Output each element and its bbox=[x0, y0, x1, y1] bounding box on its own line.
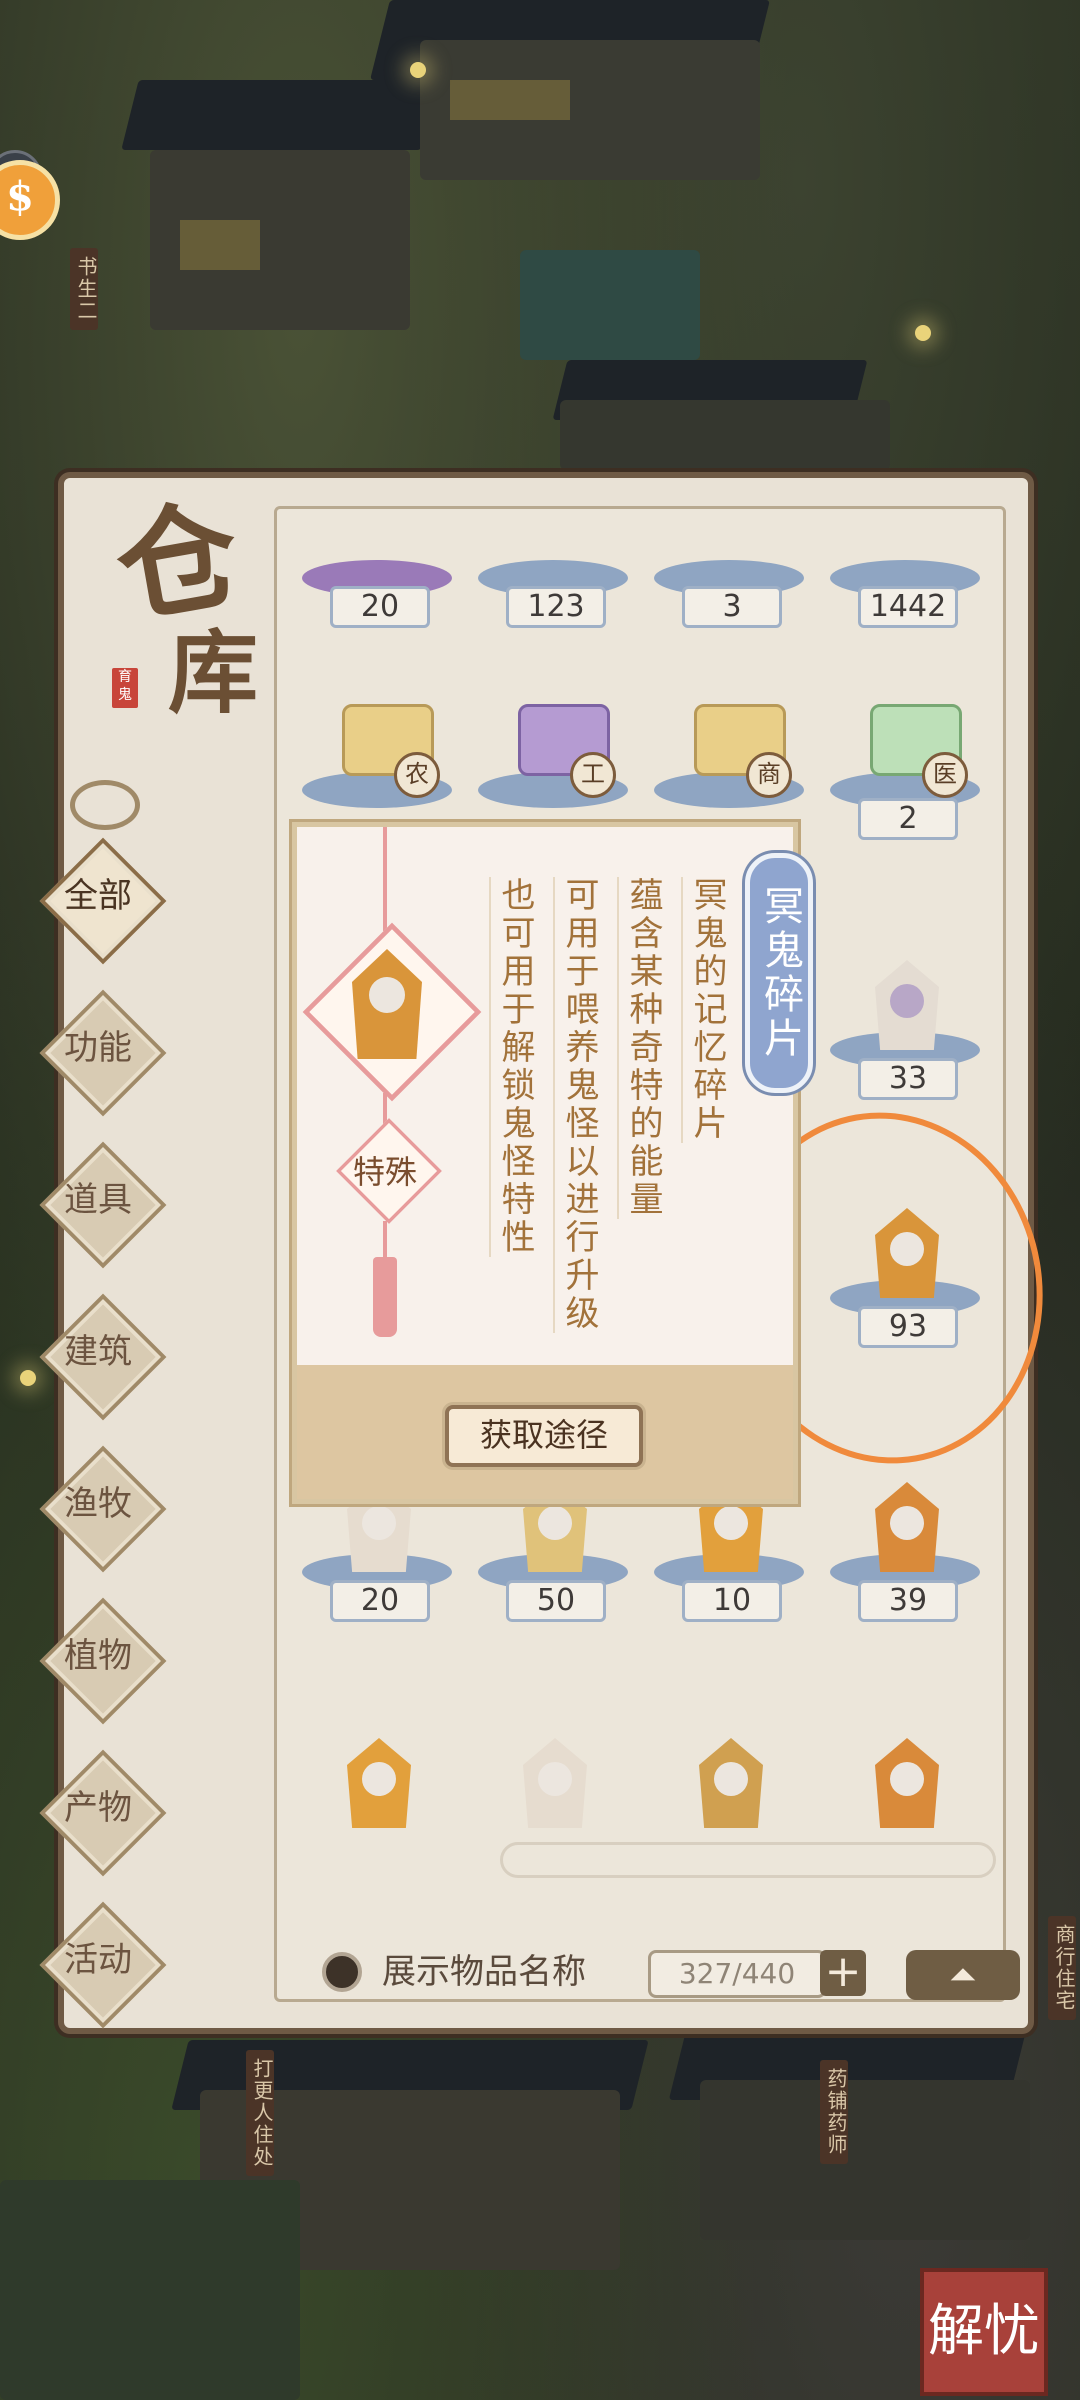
tab-plants[interactable]: 植物 bbox=[39, 1597, 167, 1725]
desc-line: 蕴含某种奇特的能量 bbox=[617, 877, 663, 1219]
item-slot[interactable]: 33 bbox=[830, 950, 980, 1100]
title-char-2: 库 bbox=[168, 620, 258, 726]
scrollbar-track[interactable] bbox=[500, 1842, 996, 1878]
sign-scholar[interactable]: 书生二 bbox=[70, 248, 98, 330]
ghost-face bbox=[538, 1762, 572, 1796]
item-scroll-worker[interactable]: 工 bbox=[478, 690, 628, 840]
item-count: 50 bbox=[506, 1580, 606, 1622]
item-tag: 农 bbox=[394, 752, 440, 798]
jieyou-button[interactable]: 解忧 bbox=[920, 2268, 1048, 2396]
sign-watchman[interactable]: 打更人住处 bbox=[246, 2050, 274, 2176]
tab-events[interactable]: 活动 bbox=[39, 1901, 167, 2029]
tab-label: 功能 bbox=[64, 1028, 132, 1068]
item-scroll-farmer[interactable]: 农 bbox=[302, 690, 452, 840]
item-name: 冥鬼碎片 bbox=[745, 853, 813, 1093]
lantern bbox=[20, 1370, 36, 1386]
desc-line: 冥鬼的记忆碎片 bbox=[681, 877, 727, 1143]
lantern bbox=[915, 325, 931, 341]
seal-stamp: 育鬼 bbox=[112, 668, 138, 708]
item-tooltip: 特殊 冥鬼的记忆碎片 蕴含某种奇特的能量 可用于喂养鬼怪以进行升级 也可用于解锁… bbox=[292, 822, 813, 1504]
item-count: 1442 bbox=[858, 586, 958, 628]
tab-label: 建筑 bbox=[64, 1332, 132, 1372]
tab-all[interactable]: 全部 bbox=[39, 837, 167, 965]
tab-label: 全部 bbox=[64, 876, 132, 916]
sign-merchant[interactable]: 商行住宅 bbox=[1048, 1916, 1076, 2020]
tab-fishing[interactable]: 渔牧 bbox=[39, 1445, 167, 1573]
sign-pharmacist[interactable]: 药铺药师 bbox=[820, 2060, 848, 2164]
show-names-label[interactable]: 展示物品名称 bbox=[382, 1944, 586, 1993]
item-slot[interactable] bbox=[654, 1728, 804, 1828]
item-slot[interactable]: 39 bbox=[830, 1472, 980, 1622]
expand-capacity-button[interactable]: + bbox=[820, 1950, 866, 1996]
item-count: 33 bbox=[858, 1058, 958, 1100]
knot-ornament bbox=[70, 780, 140, 830]
obtain-method-button[interactable]: 获取途径 bbox=[445, 1405, 643, 1467]
item-slot[interactable]: 123 bbox=[478, 478, 628, 628]
capacity-readout: 327/440 bbox=[648, 1950, 826, 1998]
ghost-face bbox=[362, 1762, 396, 1796]
item-slot[interactable] bbox=[302, 1728, 452, 1828]
ghost-face bbox=[890, 984, 924, 1018]
tab-props[interactable]: 道具 bbox=[39, 1141, 167, 1269]
desc-line: 可用于喂养鬼怪以进行升级 bbox=[553, 877, 599, 1333]
tooltip-string bbox=[383, 827, 387, 931]
item-count: 20 bbox=[330, 1580, 430, 1622]
tab-function[interactable]: 功能 bbox=[39, 989, 167, 1117]
title-char-1: 仓 bbox=[106, 482, 250, 643]
item-slot[interactable]: 20 bbox=[302, 478, 452, 628]
tassel-ornament bbox=[373, 1257, 397, 1337]
pond bbox=[520, 250, 700, 360]
item-count: 20 bbox=[330, 586, 430, 628]
tab-label: 植物 bbox=[64, 1636, 132, 1676]
item-scroll-doctor[interactable]: 医2 bbox=[830, 690, 980, 840]
item-slot[interactable]: 3 bbox=[654, 478, 804, 628]
tab-label: 产物 bbox=[64, 1788, 132, 1828]
item-tag: 商 bbox=[746, 752, 792, 798]
ghost-face bbox=[714, 1762, 748, 1796]
roof bbox=[121, 80, 439, 150]
desc-line: 也可用于解锁鬼怪特性 bbox=[489, 877, 535, 1257]
item-description: 冥鬼的记忆碎片 蕴含某种奇特的能量 可用于喂养鬼怪以进行升级 也可用于解锁鬼怪特… bbox=[477, 877, 737, 1337]
tab-products[interactable]: 产物 bbox=[39, 1749, 167, 1877]
window bbox=[450, 80, 570, 120]
item-tag: 医 bbox=[922, 752, 968, 798]
building bbox=[560, 400, 890, 470]
ghost-face bbox=[714, 1506, 748, 1540]
tooltip-string bbox=[383, 1221, 387, 1261]
tab-label: 渔牧 bbox=[64, 1484, 132, 1524]
collapse-up-button[interactable]: ⏶ bbox=[906, 1950, 1020, 2000]
item-count: 39 bbox=[858, 1580, 958, 1622]
item-slot[interactable] bbox=[830, 1728, 980, 1828]
trees bbox=[0, 2180, 300, 2400]
tab-label: 道具 bbox=[64, 1180, 132, 1220]
item-count: 10 bbox=[682, 1580, 782, 1622]
ghost-face bbox=[890, 1762, 924, 1796]
tab-label: 活动 bbox=[64, 1940, 132, 1980]
item-count: 123 bbox=[506, 586, 606, 628]
lantern bbox=[410, 62, 426, 78]
item-type: 特殊 bbox=[352, 1153, 417, 1191]
ghost-face bbox=[890, 1506, 924, 1540]
item-count: 3 bbox=[682, 586, 782, 628]
ghost-face bbox=[369, 977, 405, 1013]
item-slot[interactable] bbox=[478, 1728, 628, 1828]
building bbox=[700, 2080, 1030, 2240]
show-names-toggle[interactable] bbox=[322, 1952, 362, 1992]
ghost-face bbox=[538, 1506, 572, 1540]
window bbox=[180, 220, 260, 270]
item-count: 2 bbox=[858, 798, 958, 840]
item-slot[interactable]: 1442 bbox=[830, 478, 980, 628]
item-tag: 工 bbox=[570, 752, 616, 798]
ghost-face bbox=[362, 1506, 396, 1540]
item-scroll-merchant[interactable]: 商 bbox=[654, 690, 804, 840]
tab-building[interactable]: 建筑 bbox=[39, 1293, 167, 1421]
